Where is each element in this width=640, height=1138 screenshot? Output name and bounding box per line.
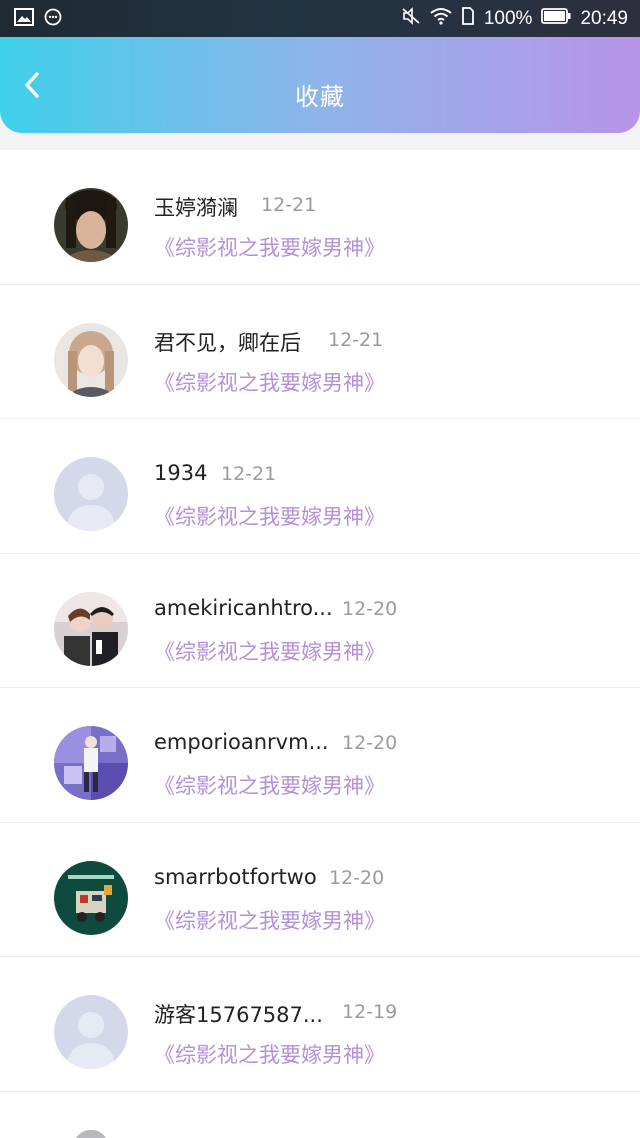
favorite-date: 12-20 xyxy=(329,866,385,889)
favorite-date: 12-21 xyxy=(261,194,317,216)
clock: 20:49 xyxy=(580,7,628,29)
app-header: 收藏 xyxy=(0,37,640,133)
avatar xyxy=(54,860,128,935)
book-title[interactable]: 《综影视之我要嫁男神》 xyxy=(154,367,385,397)
favorite-date: 12-19 xyxy=(342,1001,398,1023)
gallery-notification-icon xyxy=(14,7,34,30)
book-title[interactable]: 《综影视之我要嫁男神》 xyxy=(154,501,385,531)
battery-icon xyxy=(541,8,571,29)
status-bar: 100% 20:49 xyxy=(0,0,640,37)
avatar xyxy=(54,591,128,666)
list-item[interactable]: smarrbotfortwo 12-20 《综影视之我要嫁男神》 xyxy=(0,823,640,957)
favorites-list: 玉婷漪澜 12-21 《综影视之我要嫁男神》 君不见，卿在后 12-21 《综影… xyxy=(0,150,640,1138)
chat-notification-icon xyxy=(44,8,62,30)
book-title[interactable]: 《综影视之我要嫁男神》 xyxy=(154,636,385,666)
mute-icon xyxy=(401,7,421,30)
list-item[interactable]: 玉婷漪澜 12-21 《综影视之我要嫁男神》 xyxy=(0,150,640,285)
wifi-icon xyxy=(430,7,452,30)
avatar xyxy=(74,1130,108,1138)
avatar xyxy=(54,726,128,800)
user-name: 君不见，卿在后 xyxy=(154,330,301,355)
default-avatar-icon xyxy=(54,995,128,1069)
list-item[interactable]: 游客15767587... 12-19 《综影视之我要嫁男神》 xyxy=(0,957,640,1092)
user-name: amekiricanhtro... xyxy=(154,595,333,620)
default-avatar-icon xyxy=(54,457,128,531)
avatar xyxy=(54,322,128,397)
list-item[interactable]: 君不见，卿在后 12-21 《综影视之我要嫁男神》 xyxy=(0,285,640,419)
favorite-date: 12-21 xyxy=(221,463,277,485)
list-item[interactable]: amekiricanhtro... 12-20 《综影视之我要嫁男神》 xyxy=(0,554,640,688)
user-name: smarrbotfortwo xyxy=(154,864,317,889)
battery-percent: 100% xyxy=(483,7,533,29)
favorite-date: 12-20 xyxy=(342,597,398,620)
book-title[interactable]: 《综影视之我要嫁男神》 xyxy=(154,905,385,935)
user-name: 玉婷漪澜 xyxy=(154,196,238,220)
list-item[interactable]: 1934 12-21 《综影视之我要嫁男神》 xyxy=(0,419,640,554)
book-title[interactable]: 《综影视之我要嫁男神》 xyxy=(154,1039,385,1069)
book-title[interactable]: 《综影视之我要嫁男神》 xyxy=(154,770,385,800)
avatar xyxy=(54,188,128,262)
sim-icon xyxy=(461,7,475,30)
list-item[interactable]: emporioanrvm... 12-20 《综影视之我要嫁男神》 xyxy=(0,688,640,823)
user-name: emporioanrvm... xyxy=(154,730,329,754)
favorite-date: 12-21 xyxy=(328,328,384,351)
favorite-date: 12-20 xyxy=(342,732,398,754)
user-name: 游客15767587... xyxy=(154,1003,323,1027)
user-name: 1934 xyxy=(154,461,208,485)
book-title[interactable]: 《综影视之我要嫁男神》 xyxy=(154,232,385,262)
page-title: 收藏 xyxy=(295,83,345,111)
